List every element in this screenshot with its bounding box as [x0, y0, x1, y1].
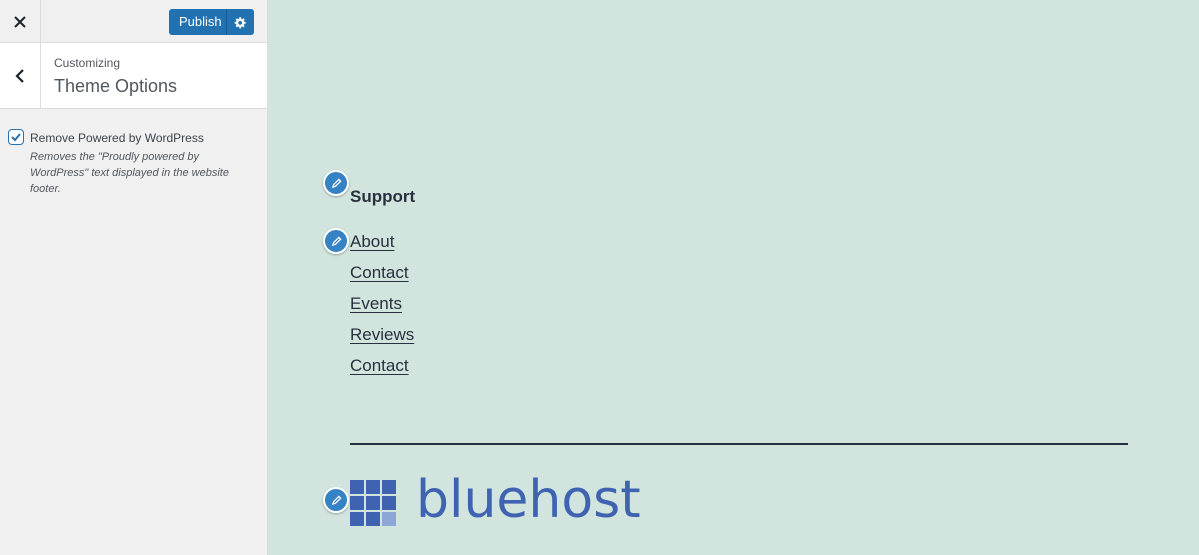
logo-text: bluehost — [416, 470, 641, 530]
checkmark-icon — [11, 133, 21, 142]
gear-icon — [234, 16, 246, 28]
edit-menu-pencil[interactable] — [323, 228, 349, 254]
pencil-icon — [331, 235, 342, 246]
edit-widget-pencil[interactable] — [323, 170, 349, 196]
customizer-topbar: Publish — [0, 0, 267, 43]
chevron-left-icon — [15, 68, 24, 83]
menu-link-contact-2[interactable]: Contact — [350, 356, 409, 375]
section-title: Theme Options — [54, 76, 178, 96]
publish-button-group: Publish — [169, 9, 254, 35]
customizing-label: Customizing — [54, 56, 121, 70]
back-button[interactable] — [0, 43, 41, 108]
site-preview: Support About Contact Events Reviews Con… — [268, 0, 1199, 555]
widget-title: Support — [350, 187, 416, 206]
close-customizer-button[interactable] — [0, 0, 41, 43]
logo-grid-icon — [350, 480, 396, 526]
section-header: Customizing Theme Options — [0, 43, 267, 109]
customizer-sidebar: Publish Customizing Theme Options Remove… — [0, 0, 268, 555]
option-label[interactable]: Remove Powered by WordPress — [30, 131, 204, 145]
pencil-icon — [331, 494, 342, 505]
remove-powered-by-checkbox[interactable] — [8, 129, 24, 145]
pencil-icon — [331, 177, 342, 188]
menu-link-events[interactable]: Events — [350, 294, 402, 313]
site-logo[interactable]: bluehost — [350, 474, 641, 526]
publish-button[interactable]: Publish — [169, 9, 226, 35]
publish-settings-button[interactable] — [226, 9, 254, 35]
footer-menu: About Contact Events Reviews Contact — [350, 232, 414, 387]
edit-logo-pencil[interactable] — [323, 487, 349, 513]
menu-link-about[interactable]: About — [350, 232, 394, 251]
menu-link-reviews[interactable]: Reviews — [350, 325, 414, 344]
option-description: Removes the "Proudly powered by WordPres… — [30, 151, 229, 195]
close-icon — [14, 15, 26, 28]
footer-separator — [350, 443, 1128, 445]
menu-link-contact[interactable]: Contact — [350, 263, 409, 282]
